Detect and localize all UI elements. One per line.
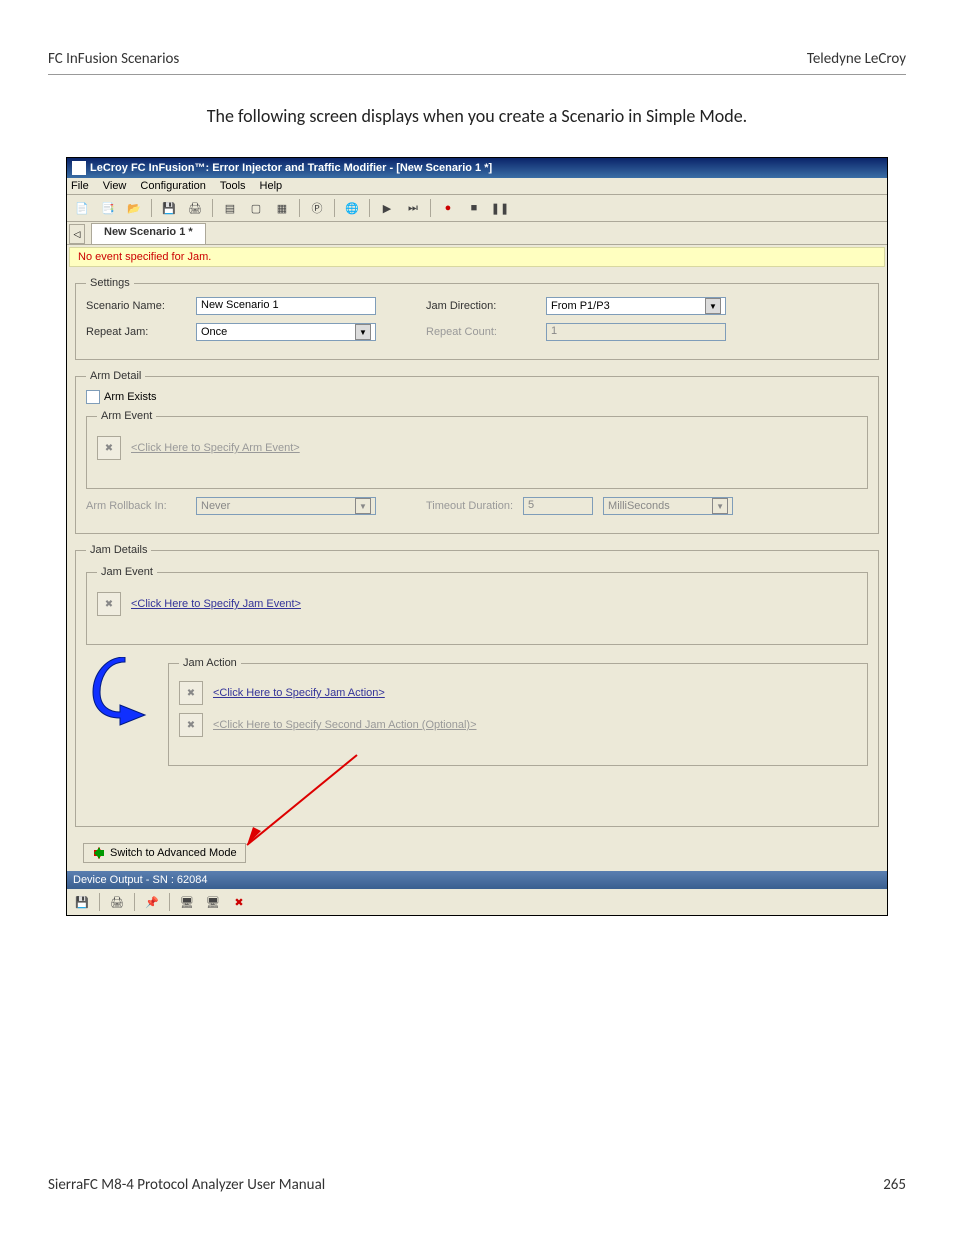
toolbar-sep	[369, 199, 370, 217]
arm-rollback-value: Never	[201, 500, 230, 512]
arm-rollback-label: Arm Rollback In:	[86, 500, 186, 512]
app-icon	[72, 161, 86, 175]
specify-arm-event-link[interactable]: <Click Here to Specify Arm Event>	[131, 442, 300, 454]
toolbar-sep	[430, 199, 431, 217]
flow-arrow-icon	[90, 657, 160, 727]
toolbar-pause-icon[interactable]: ❚❚	[489, 197, 511, 219]
toolbar-window-icon[interactable]: ▢	[245, 197, 267, 219]
switch-mode-icon	[92, 846, 106, 860]
delete-icon[interactable]: ✖	[179, 681, 203, 705]
repeat-jam-value: Once	[201, 326, 227, 338]
warning-bar: No event specified for Jam.	[69, 247, 885, 267]
jam-direction-value: From P1/P3	[551, 300, 610, 312]
arm-detail-group: Arm Detail Arm Exists Arm Event ✖ <Click…	[75, 370, 879, 534]
delete-icon[interactable]: ✖	[97, 592, 121, 616]
scenario-name-label: Scenario Name:	[86, 300, 186, 312]
specify-jam-event-link[interactable]: <Click Here to Specify Jam Event>	[131, 598, 301, 610]
jam-direction-select[interactable]: From P1/P3 ▼	[546, 297, 726, 315]
window-title: LeCroy FC InFusion™: Error Injector and …	[90, 162, 492, 174]
toolbar-list-icon[interactable]: ▤	[219, 197, 241, 219]
toolbar-sep	[169, 893, 170, 911]
chevron-down-icon: ▼	[705, 298, 721, 314]
timeout-duration-input: 5	[523, 497, 593, 515]
delete-icon[interactable]: ✖	[179, 713, 203, 737]
scenario-name-input[interactable]: New Scenario 1	[196, 297, 376, 315]
repeat-count-input: 1	[546, 323, 726, 341]
toolbar-copy-icon[interactable]: 📑	[97, 197, 119, 219]
toolbar-open-icon[interactable]: 📂	[123, 197, 145, 219]
toolbar-play-icon[interactable]: ▶	[376, 197, 398, 219]
toolbar-sep	[334, 199, 335, 217]
settings-legend: Settings	[86, 277, 134, 289]
output-pin-icon[interactable]: 📌	[141, 891, 163, 913]
jam-event-legend: Jam Event	[97, 566, 157, 578]
page-header-right: Teledyne LeCroy	[807, 50, 906, 68]
timeout-duration-label: Timeout Duration:	[426, 500, 513, 512]
jam-action-legend: Jam Action	[179, 657, 241, 669]
output-print-icon[interactable]: 🖨	[106, 891, 128, 913]
toolbar-sep	[299, 199, 300, 217]
specify-jam-action-link[interactable]: <Click Here to Specify Jam Action>	[213, 687, 385, 699]
menu-tools[interactable]: Tools	[220, 180, 246, 192]
toolbar-p-icon[interactable]: Ⓟ	[306, 197, 328, 219]
main-toolbar: 📄 📑 📂 💾 🖨 ▤ ▢ ▦ Ⓟ 🌐 ▶ ⏭ ● ■ ❚❚	[67, 195, 887, 222]
status-bar: Device Output - SN : 62084	[67, 871, 887, 889]
tab-strip: ◁ New Scenario 1 *	[67, 222, 887, 245]
scenario-tab[interactable]: New Scenario 1 *	[91, 223, 206, 244]
jam-action-group: Jam Action ✖ <Click Here to Specify Jam …	[168, 657, 868, 766]
output-monitor2-icon[interactable]: 🖥	[202, 891, 224, 913]
output-toolbar: 💾 🖨 📌 🖥 🖥 ✖	[67, 889, 887, 915]
toolbar-library-icon[interactable]: ▦	[271, 197, 293, 219]
toolbar-sep	[151, 199, 152, 217]
page-header-left: FC InFusion Scenarios	[48, 50, 179, 68]
arm-exists-checkbox[interactable]	[86, 390, 100, 404]
specify-second-jam-action-link[interactable]: <Click Here to Specify Second Jam Action…	[213, 719, 477, 731]
output-save-icon[interactable]: 💾	[71, 891, 93, 913]
settings-group: Settings Scenario Name: New Scenario 1 J…	[75, 277, 879, 360]
page-footer-left: SierraFC M8-4 Protocol Analyzer User Man…	[48, 1176, 325, 1194]
toolbar-print-icon[interactable]: 🖨	[184, 197, 206, 219]
menu-file[interactable]: File	[71, 180, 89, 192]
menu-help[interactable]: Help	[260, 180, 283, 192]
toolbar-sep	[99, 893, 100, 911]
toolbar-stop-icon[interactable]: ■	[463, 197, 485, 219]
page-footer-right: 265	[883, 1176, 906, 1194]
toolbar-new-icon[interactable]: 📄	[71, 197, 93, 219]
toolbar-sep	[134, 893, 135, 911]
timeout-unit-select: MilliSeconds ▼	[603, 497, 733, 515]
arm-event-legend: Arm Event	[97, 410, 156, 422]
chevron-down-icon: ▼	[355, 498, 371, 514]
output-clear-icon[interactable]: ✖	[228, 891, 250, 913]
switch-advanced-mode-label: Switch to Advanced Mode	[110, 847, 237, 859]
toolbar-save-icon[interactable]: 💾	[158, 197, 180, 219]
toolbar-globe-icon[interactable]: 🌐	[341, 197, 363, 219]
output-monitor-icon[interactable]: 🖥	[176, 891, 198, 913]
jam-direction-label: Jam Direction:	[426, 300, 536, 312]
chevron-down-icon: ▼	[355, 324, 371, 340]
jam-details-group: Jam Details Jam Event ✖ <Click Here to S…	[75, 544, 879, 827]
chevron-down-icon: ▼	[712, 498, 728, 514]
repeat-jam-select[interactable]: Once ▼	[196, 323, 376, 341]
arm-event-group: Arm Event ✖ <Click Here to Specify Arm E…	[86, 410, 868, 489]
toolbar-step-icon[interactable]: ⏭	[402, 197, 424, 219]
jam-event-group: Jam Event ✖ <Click Here to Specify Jam E…	[86, 566, 868, 645]
timeout-unit-value: MilliSeconds	[608, 500, 670, 512]
arm-detail-legend: Arm Detail	[86, 370, 145, 382]
tab-scroll-left-icon[interactable]: ◁	[69, 224, 85, 244]
jam-details-legend: Jam Details	[86, 544, 151, 556]
menu-bar: File View Configuration Tools Help	[67, 178, 887, 195]
repeat-jam-label: Repeat Jam:	[86, 326, 186, 338]
arm-rollback-select: Never ▼	[196, 497, 376, 515]
arm-exists-label: Arm Exists	[104, 391, 157, 403]
app-window: LeCroy FC InFusion™: Error Injector and …	[66, 157, 888, 916]
menu-view[interactable]: View	[103, 180, 127, 192]
menu-configuration[interactable]: Configuration	[140, 180, 205, 192]
title-bar: LeCroy FC InFusion™: Error Injector and …	[67, 158, 887, 178]
toolbar-sep	[212, 199, 213, 217]
delete-icon[interactable]: ✖	[97, 436, 121, 460]
repeat-count-label: Repeat Count:	[426, 326, 536, 338]
switch-advanced-mode-button[interactable]: Switch to Advanced Mode	[83, 843, 246, 863]
intro-text: The following screen displays when you c…	[48, 105, 906, 127]
toolbar-record-icon[interactable]: ●	[437, 197, 459, 219]
